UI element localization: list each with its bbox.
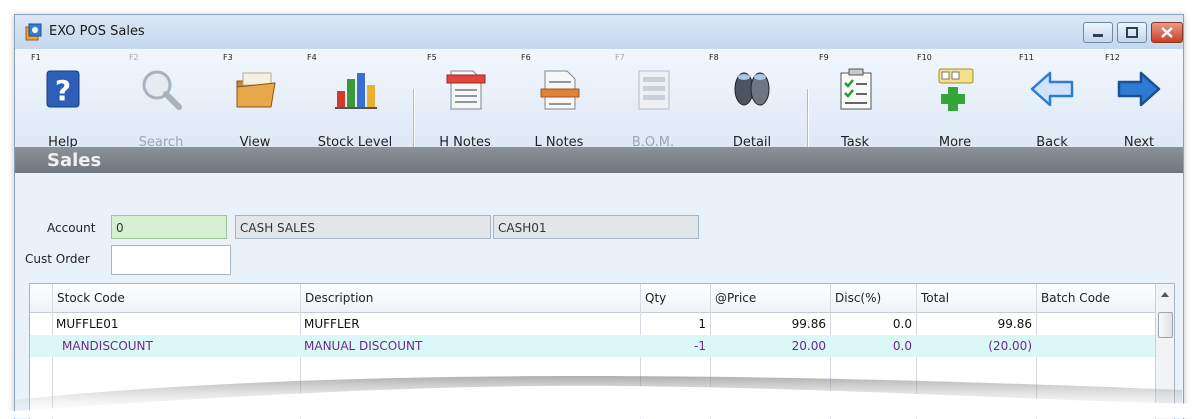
price-cell[interactable]: 20.00 <box>710 335 830 357</box>
back-button[interactable]: F11 Back <box>1015 49 1089 157</box>
window-title: EXO POS Sales <box>49 24 145 39</box>
account-code-field: CASH01 <box>493 215 699 239</box>
scroll-thumb[interactable] <box>1158 312 1173 338</box>
account-name-field: CASH SALES <box>235 215 491 239</box>
column-header[interactable]: Total <box>916 284 1036 312</box>
app-icon <box>25 23 42 41</box>
disc-cell[interactable]: 0.0 <box>830 313 916 335</box>
bar-chart-icon <box>335 73 377 109</box>
help-button[interactable]: F1 ? Help <box>27 49 99 157</box>
function-key-toolbar: F1 ? Help F2 Search F3 View F4 Stock Lev… <box>15 49 1183 157</box>
grid-header: Stock Code Description Qty @Price Disc(%… <box>30 284 1155 313</box>
description-cell[interactable]: MANUAL DISCOUNT <box>300 335 640 357</box>
title-bar[interactable]: EXO POS Sales <box>15 15 1183 49</box>
task-icon <box>840 68 872 110</box>
disc-cell[interactable]: 0.0 <box>830 335 916 357</box>
qty-cell[interactable]: 1 <box>640 313 710 335</box>
bom-button[interactable]: F7 B.O.M. <box>611 49 695 157</box>
task-button[interactable]: F9 Task <box>815 49 895 157</box>
total-cell: 99.86 <box>997 317 1032 331</box>
column-header[interactable]: @Price <box>710 284 830 312</box>
maximize-button[interactable] <box>1117 22 1147 43</box>
bom-icon <box>638 70 670 110</box>
description-cell[interactable]: MUFFLER <box>300 313 640 335</box>
minimize-button[interactable] <box>1083 22 1113 43</box>
pos-sales-window: EXO POS Sales F1 ? Help F2 Search F3 Vie… <box>14 14 1184 419</box>
price-cell[interactable]: 99.86 <box>710 313 830 335</box>
binoculars-icon <box>734 72 770 106</box>
account-number-field[interactable]: 0 <box>111 215 227 239</box>
next-button[interactable]: F12 Next <box>1101 49 1177 157</box>
close-icon <box>1161 27 1173 38</box>
section-header: Sales <box>15 147 1183 173</box>
stock-code-cell[interactable]: MUFFLE01 <box>52 313 300 335</box>
table-row[interactable]: MANDISCOUNT MANUAL DISCOUNT -1 20.00 0.0… <box>30 335 1155 357</box>
header-notes-icon <box>446 70 486 110</box>
column-header[interactable]: Qty <box>640 284 710 312</box>
header-notes-button[interactable]: F5 H Notes <box>423 49 507 157</box>
line-notes-icon <box>540 70 580 110</box>
scroll-up-icon[interactable] <box>1156 284 1174 306</box>
section-title: Sales <box>47 150 102 171</box>
qty-cell[interactable]: -1 <box>640 335 710 357</box>
batch-code-cell[interactable] <box>1036 313 1155 335</box>
more-icon <box>938 68 974 111</box>
close-button[interactable] <box>1151 22 1183 43</box>
toolbar-separator <box>413 89 415 149</box>
more-button[interactable]: F10 More <box>913 49 997 157</box>
account-label: Account <box>47 221 96 235</box>
stock-code-cell[interactable]: MANDISCOUNT <box>52 335 300 357</box>
column-header[interactable]: Stock Code <box>52 284 300 312</box>
column-header[interactable]: Batch Code <box>1036 284 1155 312</box>
view-button[interactable]: F3 View <box>219 49 291 157</box>
help-icon: ? <box>46 70 80 108</box>
stock-level-button[interactable]: F4 Stock Level <box>303 49 407 157</box>
cust-order-label: Cust Order <box>25 252 90 266</box>
back-arrow-icon <box>1030 71 1074 107</box>
minimize-icon <box>1093 34 1103 37</box>
account-form: Account 0 CASH SALES CASH01 Cust Order <box>15 173 1183 281</box>
line-notes-button[interactable]: F6 L Notes <box>517 49 601 157</box>
page-curl-shadow <box>0 376 1203 418</box>
total-cell: (20.00) <box>988 339 1032 353</box>
detail-button[interactable]: F8 Detail <box>705 49 799 157</box>
folder-icon <box>236 72 276 108</box>
column-header[interactable]: Disc(%) <box>830 284 916 312</box>
batch-code-cell[interactable] <box>1036 335 1155 357</box>
cust-order-input[interactable] <box>111 245 231 275</box>
search-icon <box>142 70 182 110</box>
toolbar-separator <box>807 89 809 149</box>
maximize-icon <box>1126 27 1138 38</box>
svg-text:?: ? <box>55 74 71 107</box>
row-selector-header <box>30 284 52 312</box>
column-header[interactable]: Description <box>300 284 640 312</box>
search-button[interactable]: F2 Search <box>125 49 197 157</box>
next-arrow-icon <box>1117 71 1161 107</box>
table-row[interactable]: MUFFLE01 MUFFLER 1 99.86 0.0 99.86 <box>30 313 1155 335</box>
